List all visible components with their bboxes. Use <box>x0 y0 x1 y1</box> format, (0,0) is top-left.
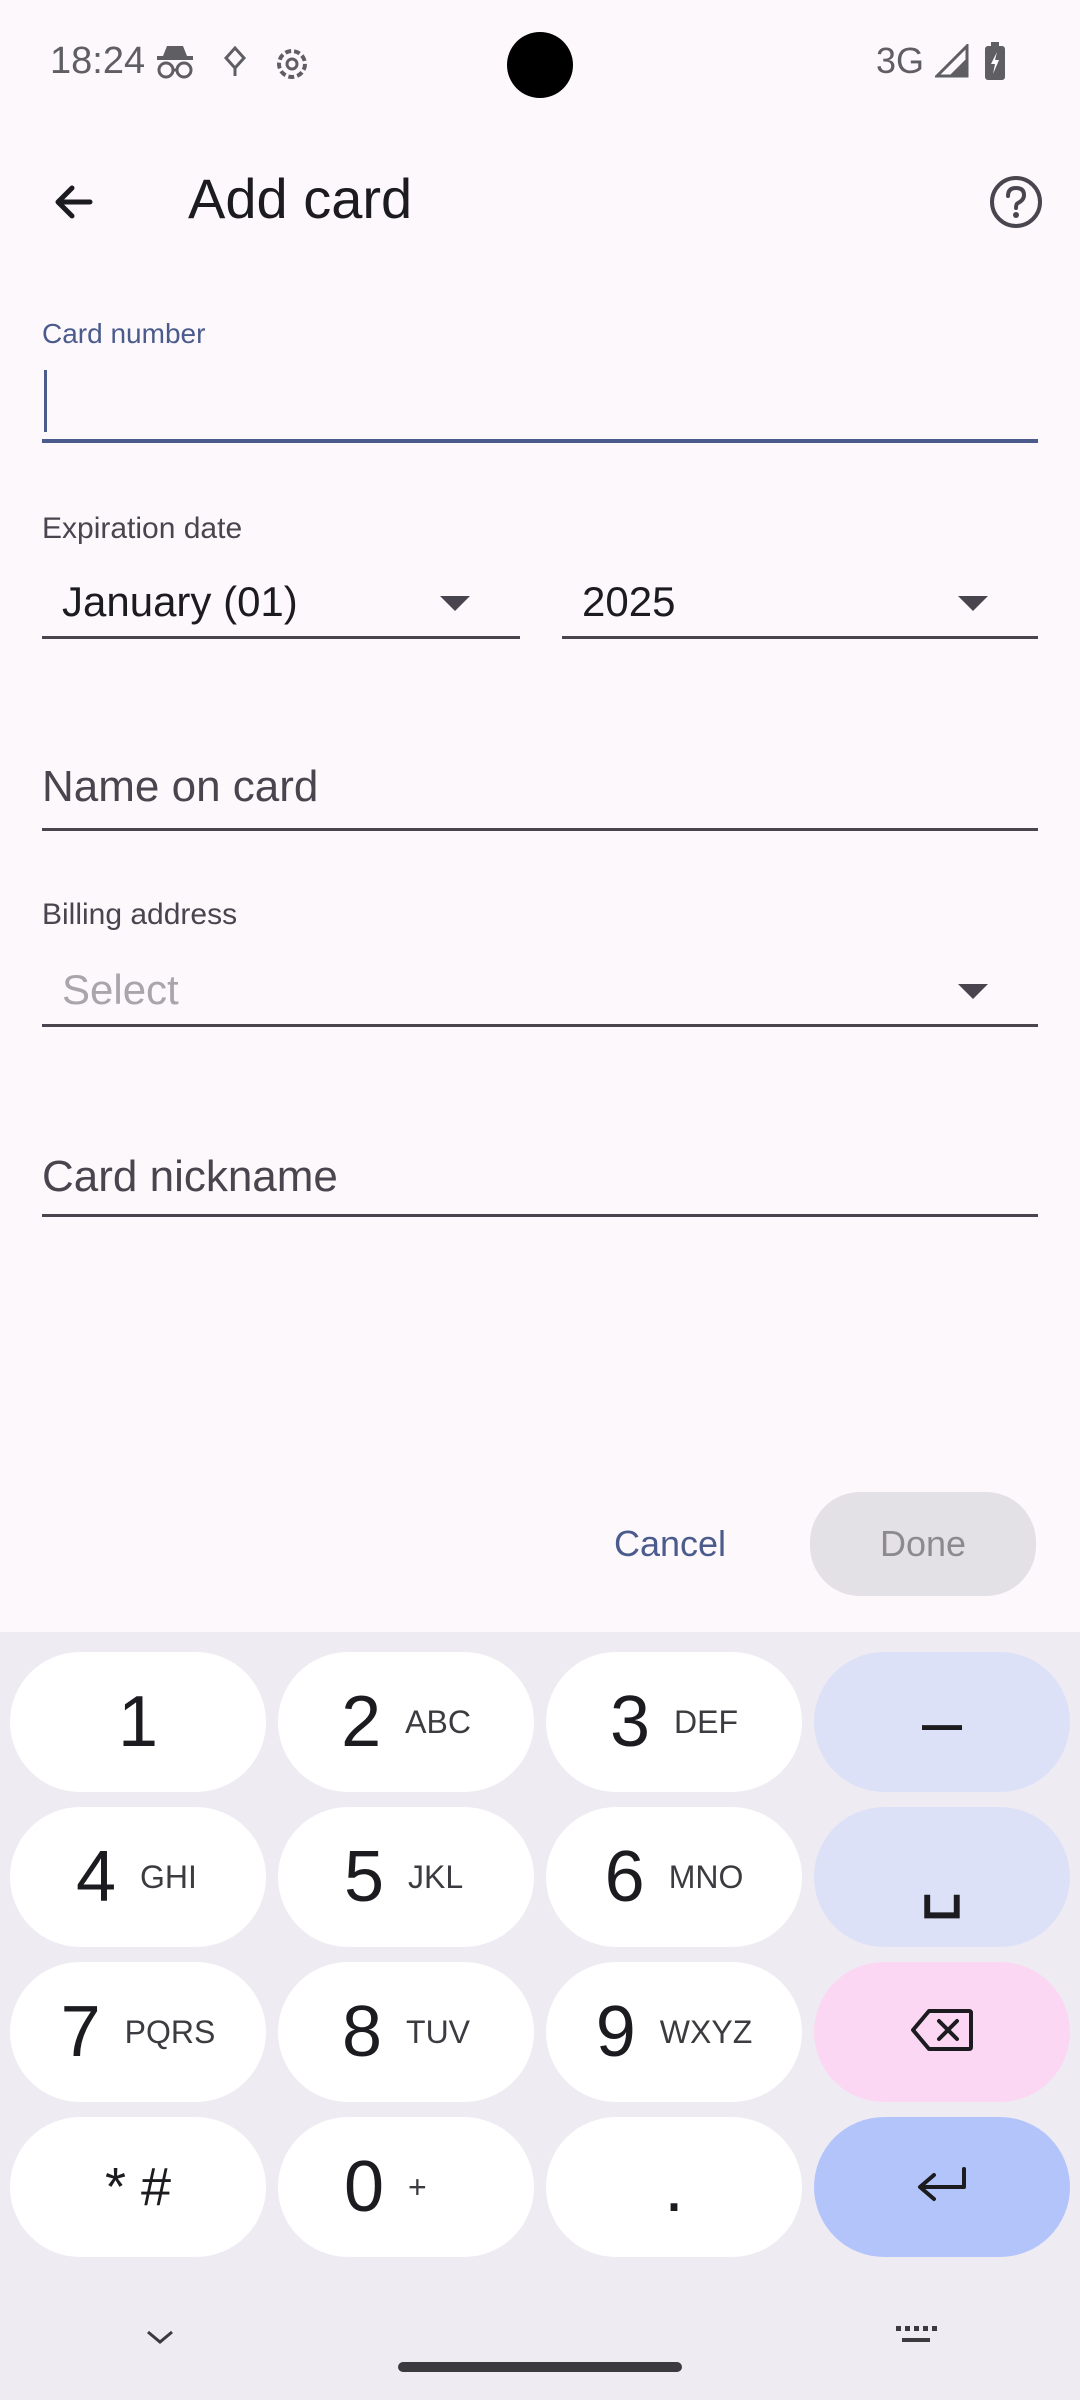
signal-icon <box>933 42 969 83</box>
key-label: * # <box>104 2157 172 2217</box>
key-label: 7 <box>60 1992 101 2072</box>
key-label: ␣ <box>919 1838 965 1918</box>
key-sublabel: ABC <box>405 1703 471 1740</box>
status-time: 18:24 <box>50 40 146 82</box>
name-underline <box>42 828 1038 831</box>
dropdown-arrow-icon <box>958 984 988 999</box>
key-1-2[interactable]: 6 MNO <box>546 1807 802 1947</box>
key-sublabel: MNO <box>668 1858 744 1895</box>
key-2-0[interactable]: 7 PQRS <box>10 1962 266 2102</box>
billing-address-label: Billing address <box>42 898 238 931</box>
key-0-1[interactable]: 2 ABC <box>278 1652 534 1792</box>
data-saver-icon <box>222 44 248 85</box>
key-3-0[interactable]: * # <box>10 2117 266 2257</box>
key-2-3[interactable] <box>814 1962 1070 2102</box>
gesture-nav-bar[interactable] <box>398 2362 682 2372</box>
key-3-1[interactable]: 0 + <box>278 2117 534 2257</box>
backspace-icon <box>909 2007 975 2058</box>
key-sublabel: WXYZ <box>659 2013 753 2050</box>
expiration-month-value: January (01) <box>62 578 298 625</box>
name-on-card-field[interactable]: Name on card <box>32 732 1048 852</box>
year-underline <box>562 636 1038 639</box>
key-3-3[interactable] <box>814 2117 1070 2257</box>
key-label: 0 <box>343 2147 385 2227</box>
key-label: 9 <box>595 1992 636 2072</box>
key-2-2[interactable]: 9 WXYZ <box>546 1962 802 2102</box>
dropdown-arrow-icon <box>958 596 988 611</box>
expiration-month-select[interactable]: January (01) <box>42 570 520 640</box>
key-label: 5 <box>343 1837 385 1917</box>
camera-cutout <box>507 32 573 98</box>
help-button[interactable] <box>978 164 1054 240</box>
dropdown-arrow-icon <box>440 596 470 611</box>
text-cursor <box>44 370 47 432</box>
billing-underline <box>42 1024 1038 1027</box>
key-label: 8 <box>341 1992 383 2072</box>
key-label: . <box>663 2147 684 2227</box>
key-sublabel: PQRS <box>124 2013 216 2050</box>
key-label: 3 <box>609 1682 651 1762</box>
page-title: Add card <box>188 167 413 230</box>
billing-address-placeholder: Select <box>62 966 179 1013</box>
key-label: 2 <box>341 1682 382 1762</box>
network-type: 3G <box>876 40 925 81</box>
card-number-underline <box>42 439 1038 443</box>
card-nickname-placeholder: Card nickname <box>42 1152 338 1201</box>
month-underline <box>42 636 520 639</box>
card-nickname-field[interactable]: Card nickname <box>32 1118 1048 1238</box>
numeric-keyboard: 1 2 ABC 3 DEF – 4 GHI 5 JKL 6 MNO ␣ 7 PQRS 8 TUV 9 WXYZ * #… <box>0 1632 1080 2400</box>
billing-address-select[interactable]: Select <box>42 958 1038 1028</box>
expiration-year-value: 2025 <box>582 578 676 625</box>
hide-keyboard-icon[interactable] <box>140 2326 180 2355</box>
key-1-0[interactable]: 4 GHI <box>10 1807 266 1947</box>
app-bar: Add card <box>0 128 1080 274</box>
key-sublabel: GHI <box>140 1858 197 1895</box>
key-sublabel: + <box>408 2168 427 2205</box>
nickname-underline <box>42 1214 1038 1217</box>
cancel-button[interactable]: Cancel <box>554 1480 786 1608</box>
done-button[interactable]: Done <box>810 1492 1036 1596</box>
name-on-card-placeholder: Name on card <box>42 762 319 811</box>
key-label: 4 <box>75 1837 117 1917</box>
key-sublabel: JKL <box>408 1858 464 1895</box>
key-label: – <box>921 1682 963 1762</box>
key-label: 6 <box>604 1837 645 1917</box>
key-sublabel: DEF <box>674 1703 739 1740</box>
key-1-3[interactable]: ␣ <box>814 1807 1070 1947</box>
keyboard-switch-icon[interactable] <box>894 2324 938 2353</box>
settings-icon <box>272 44 312 89</box>
status-bar: 18:24 3G <box>0 0 1080 128</box>
key-1-1[interactable]: 5 JKL <box>278 1807 534 1947</box>
incognito-icon <box>155 44 195 85</box>
key-0-2[interactable]: 3 DEF <box>546 1652 802 1792</box>
key-3-2[interactable]: . <box>546 2117 802 2257</box>
key-sublabel: TUV <box>406 2013 471 2050</box>
card-number-label: Card number <box>42 318 206 349</box>
expiration-label: Expiration date <box>42 512 243 545</box>
key-0-3[interactable]: – <box>814 1652 1070 1792</box>
key-label: 1 <box>117 1682 159 1762</box>
back-button[interactable] <box>36 164 112 240</box>
key-2-1[interactable]: 8 TUV <box>278 1962 534 2102</box>
card-number-field[interactable]: Card number <box>32 318 1048 464</box>
battery-icon <box>984 42 1006 85</box>
arrow-back-icon <box>55 185 93 219</box>
expiration-year-select[interactable]: 2025 <box>562 570 1038 640</box>
enter-icon <box>914 2165 970 2210</box>
key-0-0[interactable]: 1 <box>10 1652 266 1792</box>
help-icon <box>990 176 1042 228</box>
